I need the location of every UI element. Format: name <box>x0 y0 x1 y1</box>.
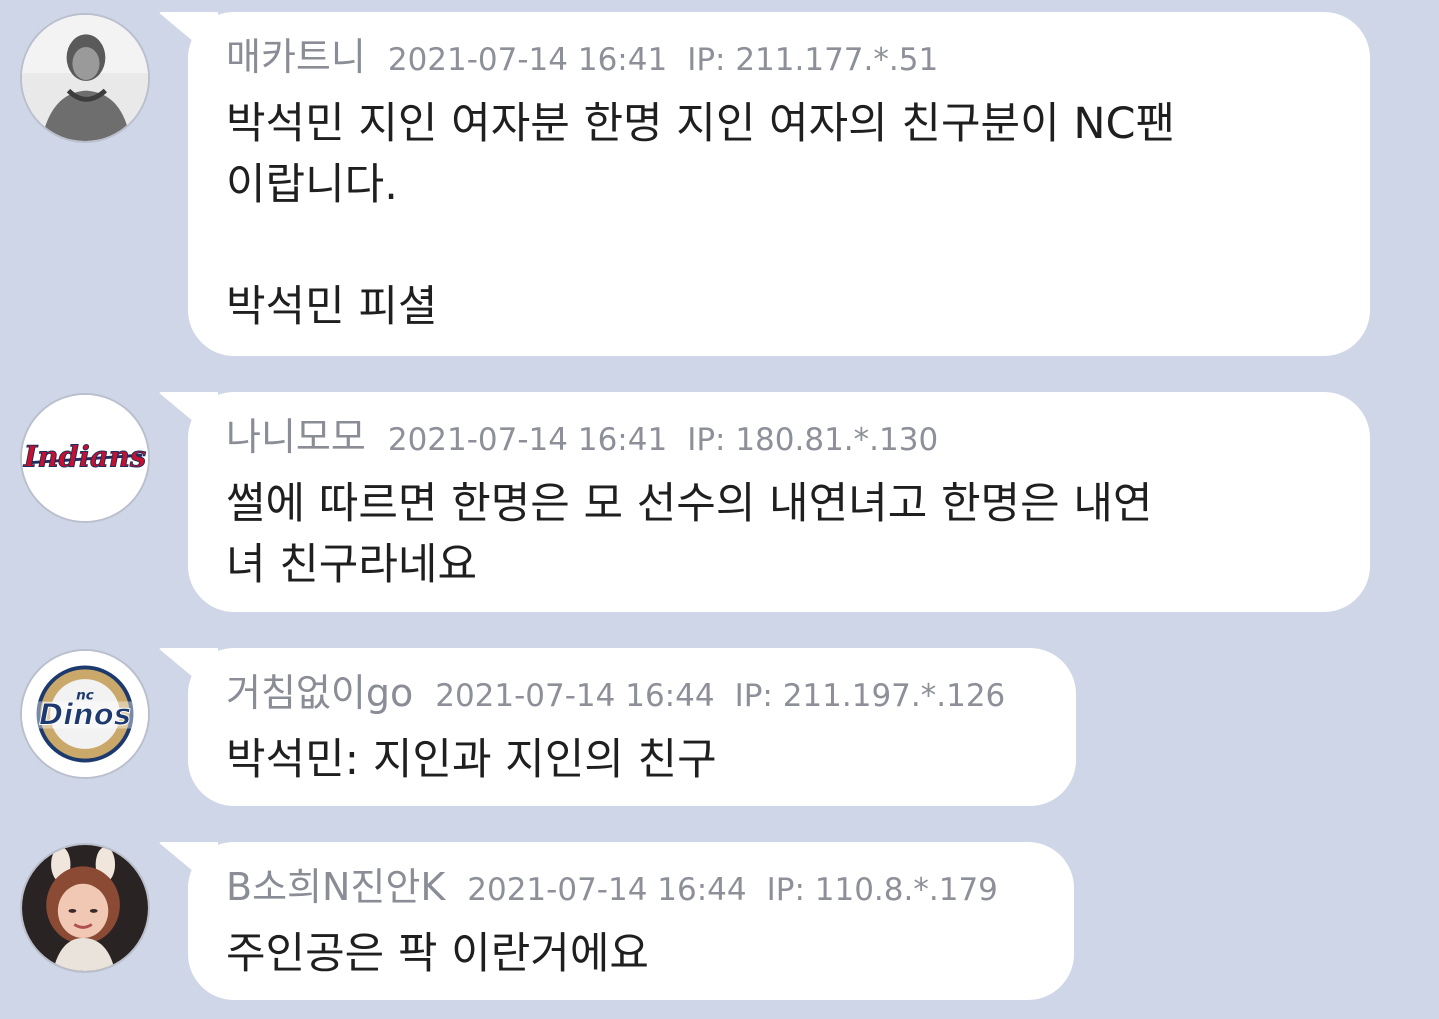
person-photo-icon <box>22 845 148 971</box>
comment-text: 박석민: 지인과 지인의 친구 <box>226 735 717 785</box>
nc-dinos-logo-icon: nc Dinos <box>22 651 148 777</box>
comment-text: 박석민 지인 여자분 한명 지인 여자의 친구분이 NC팬 이랍니다. 박석민 … <box>226 99 1176 332</box>
comment-date: 2021-07-14 16:41 <box>387 42 668 78</box>
ip-address: IP: 211.197.*.126 <box>734 678 1006 714</box>
user-avatar[interactable]: Indians <box>20 393 150 523</box>
user-avatar[interactable] <box>20 843 150 973</box>
comment-date: 2021-07-14 16:41 <box>387 422 668 458</box>
comment-text: 썰에 따르면 한명은 모 선수의 내연녀고 한명은 내연 녀 친구라네요 <box>226 479 1153 590</box>
comment-meta: 나니모모 2021-07-14 16:41 IP: 180.81.*.130 <box>226 414 1330 460</box>
indians-logo-icon: Indians <box>22 395 148 521</box>
comment-date: 2021-07-14 16:44 <box>435 678 715 714</box>
person-photo-icon <box>22 15 148 141</box>
nickname[interactable]: 매카트니 <box>226 35 366 79</box>
comment-text: 주인공은 팍 이란거에요 <box>226 929 649 979</box>
ip-address: IP: 211.177.*.51 <box>687 42 939 78</box>
comment-date: 2021-07-14 16:44 <box>467 872 747 908</box>
nickname[interactable]: 거침없이go <box>226 671 413 715</box>
user-avatar[interactable] <box>20 13 150 143</box>
avatar-logo-text: Dinos <box>39 698 131 732</box>
ip-address: IP: 110.8.*.179 <box>766 872 998 908</box>
avatar-logo-text: Indians <box>23 440 146 474</box>
comment-meta: 매카트니 2021-07-14 16:41 IP: 211.177.*.51 <box>226 34 1330 80</box>
comment-meta: B소희N진안K 2021-07-14 16:44 IP: 110.8.*.179 <box>226 864 1034 910</box>
ip-address: IP: 180.81.*.130 <box>687 422 939 458</box>
comment-bubble: 매카트니 2021-07-14 16:41 IP: 211.177.*.51 박석민… <box>188 12 1370 356</box>
comment-bubble: 나니모모 2021-07-14 16:41 IP: 180.81.*.130 썰에 … <box>188 392 1370 612</box>
nickname[interactable]: 나니모모 <box>226 415 366 459</box>
comment-bubble: B소희N진안K 2021-07-14 16:44 IP: 110.8.*.179 주… <box>188 842 1074 1000</box>
comment-bubble: 거침없이go 2021-07-14 16:44 IP: 211.197.*.126 … <box>188 648 1076 806</box>
nickname[interactable]: B소희N진안K <box>226 865 445 909</box>
user-avatar[interactable]: nc Dinos <box>20 649 150 779</box>
comment-meta: 거침없이go 2021-07-14 16:44 IP: 211.197.*.126 <box>226 670 1036 716</box>
